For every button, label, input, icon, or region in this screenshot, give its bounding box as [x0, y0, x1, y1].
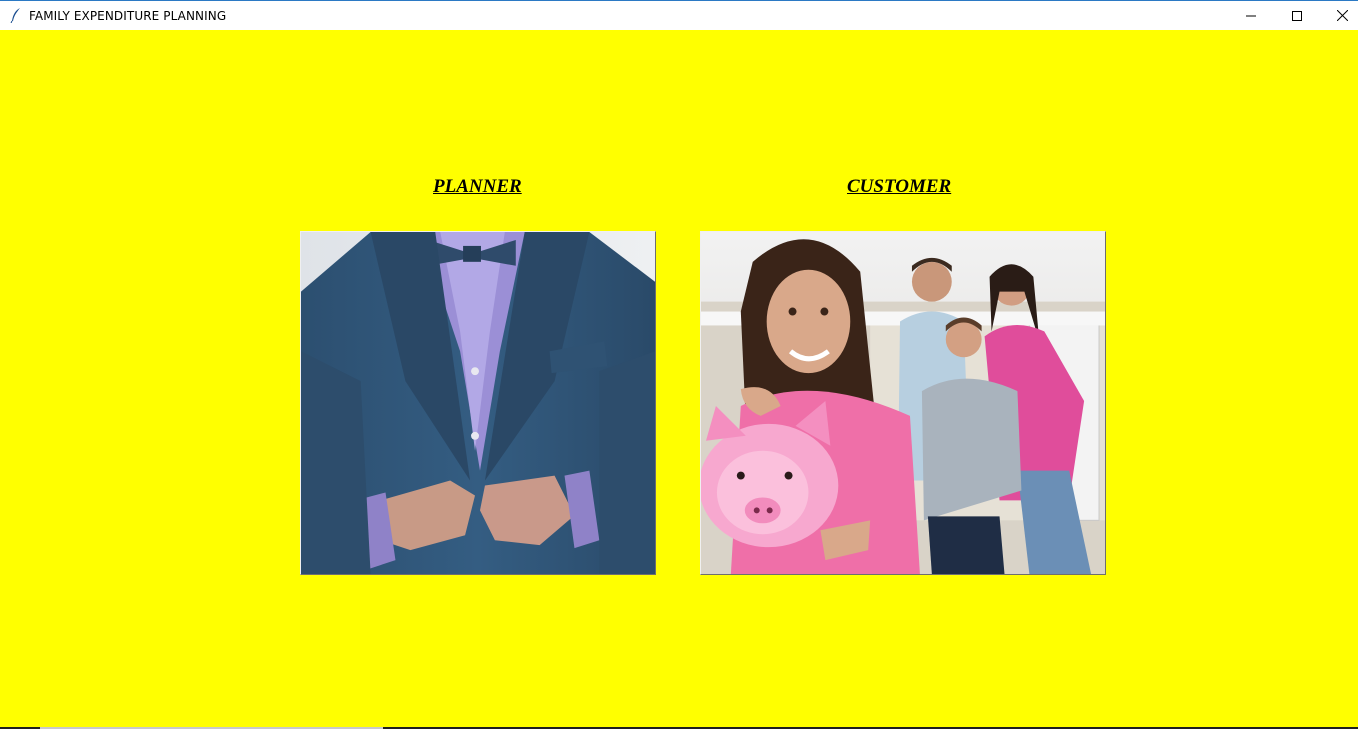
man-in-suit-image — [301, 232, 655, 574]
customer-image-button[interactable] — [700, 231, 1106, 575]
family-with-piggy-bank-image — [701, 232, 1105, 574]
window-title: FAMILY EXPENDITURE PLANNING — [29, 9, 227, 23]
planner-image-button[interactable] — [300, 231, 656, 575]
close-button[interactable] — [1319, 1, 1358, 30]
minimize-button[interactable] — [1228, 1, 1274, 30]
title-bar: FAMILY EXPENDITURE PLANNING — [0, 0, 1358, 30]
customer-heading: CUSTOMER — [847, 176, 952, 197]
minimize-icon — [1246, 15, 1256, 16]
maximize-icon — [1292, 10, 1302, 21]
feather-icon — [10, 8, 20, 23]
maximize-button[interactable] — [1274, 1, 1320, 30]
planner-heading: PLANNER — [433, 176, 522, 197]
close-icon — [1336, 10, 1348, 21]
main-panel: PLANNER CUSTOMER — [0, 30, 1358, 729]
